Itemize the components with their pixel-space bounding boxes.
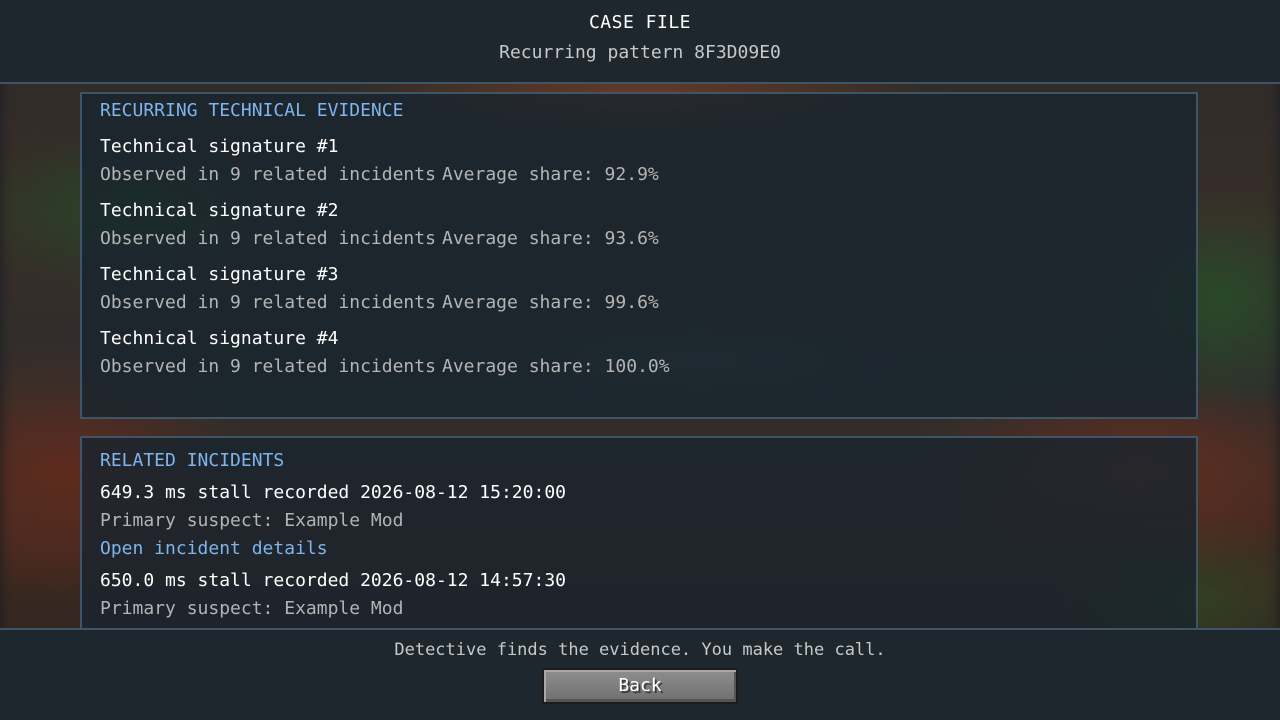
signature-observed: Observed in 9 related incidents — [100, 292, 436, 313]
signature-share: Average share: 100.0% — [442, 356, 670, 377]
back-button[interactable]: Back — [542, 668, 738, 704]
signature-name: Technical signature #3 — [100, 264, 339, 285]
signature-item: Technical signature #4 Observed in 9 rel… — [100, 328, 1180, 377]
page-subtitle: Recurring pattern 8F3D09E0 — [499, 42, 781, 63]
signature-name: Technical signature #1 — [100, 136, 339, 157]
evidence-panel: RECURRING TECHNICAL EVIDENCE Technical s… — [80, 92, 1198, 419]
evidence-heading: RECURRING TECHNICAL EVIDENCE — [100, 100, 404, 121]
signature-observed: Observed in 9 related incidents — [100, 164, 436, 185]
signature-item: Technical signature #2 Observed in 9 rel… — [100, 200, 1180, 249]
signature-name: Technical signature #2 — [100, 200, 339, 221]
signature-share: Average share: 92.9% — [442, 164, 659, 185]
signature-share: Average share: 99.6% — [442, 292, 659, 313]
incident-title: 649.3 ms stall recorded 2026-08-12 15:20… — [100, 482, 566, 503]
incident-suspect: Primary suspect: Example Mod — [100, 510, 404, 531]
signature-observed: Observed in 9 related incidents — [100, 356, 436, 377]
case-file-screen: CASE FILE Recurring pattern 8F3D09E0 REC… — [0, 0, 1280, 720]
page-title: CASE FILE — [588, 12, 692, 33]
footer-bar: Detective finds the evidence. You make t… — [0, 628, 1280, 720]
signature-name: Technical signature #4 — [100, 328, 339, 349]
signature-item: Technical signature #3 Observed in 9 rel… — [100, 264, 1180, 313]
header-bar: CASE FILE Recurring pattern 8F3D09E0 — [0, 0, 1280, 84]
incident-suspect: Primary suspect: Example Mod — [100, 598, 404, 619]
signature-share: Average share: 93.6% — [442, 228, 659, 249]
signature-observed: Observed in 9 related incidents — [100, 228, 436, 249]
footer-tagline: Detective finds the evidence. You make t… — [394, 640, 886, 660]
signature-item: Technical signature #1 Observed in 9 rel… — [100, 136, 1180, 185]
incidents-panel: RELATED INCIDENTS 649.3 ms stall recorde… — [80, 436, 1198, 636]
incident-title: 650.0 ms stall recorded 2026-08-12 14:57… — [100, 570, 566, 591]
open-incident-details-link[interactable]: Open incident details — [100, 538, 328, 559]
incidents-heading: RELATED INCIDENTS — [100, 450, 285, 471]
